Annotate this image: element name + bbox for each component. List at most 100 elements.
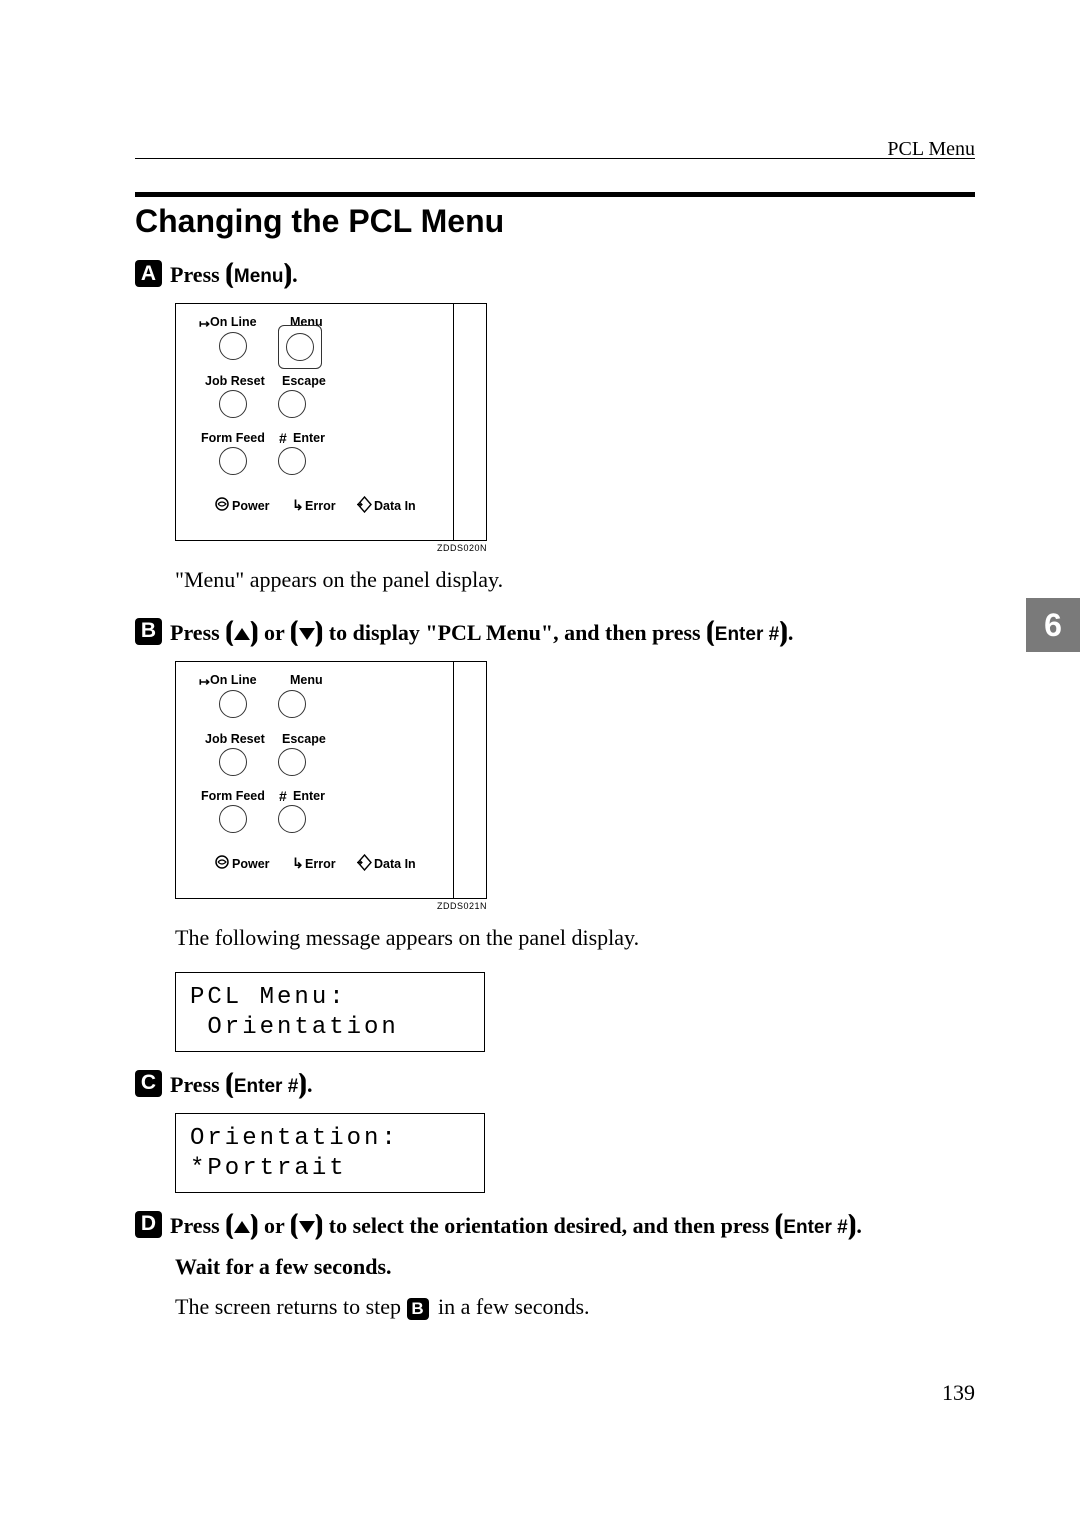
header-rule [135,158,975,159]
step-4-tail: to select the orientation desired, and t… [323,1213,774,1238]
label-online: On Line [210,673,257,687]
chapter-tab: 6 [1026,598,1080,652]
lcd-line-2: *Portrait [190,1154,470,1184]
step-2-text: Press ⦗ ⦘ or ⦗ ⦘ to display "PCL Menu", an… [170,614,793,649]
step-1-text: Press ⦗Menu⦘. [170,256,298,291]
step-ref-badge: B [407,1298,429,1320]
down-button [371,800,401,824]
step-1-pre: Press [170,262,225,287]
right-bracket-icon: ⦘ [315,616,324,646]
power-icon [214,496,230,517]
down-triangle-icon [299,628,315,640]
datain-icon [356,854,373,876]
label-formfeed: Form Feed [201,789,265,803]
enter-hash-key-label: Enter # [234,1076,298,1097]
up-button [371,363,401,387]
step-1-post: . [292,262,298,287]
step-3: C Press ⦗Enter #⦘. [135,1066,975,1101]
right-bracket-icon: ⦘ [779,616,788,646]
step-4-pre: Press [170,1213,225,1238]
step-2-tail: to display "PCL Menu", and then press [323,620,706,645]
step-1: A Press ⦗Menu⦘. [135,256,975,291]
step-3-text: Press ⦗Enter #⦘. [170,1066,312,1101]
step-4-body-a: The screen returns to step [175,1294,407,1319]
figure-code-2: ZDDS021N [175,901,487,911]
right-bracket-icon: ⦘ [250,1209,259,1239]
step-2: B Press ⦗ ⦘ or ⦗ ⦘ to display "PCL Menu", … [135,614,975,649]
enter-hash-key-label: Enter # [715,624,779,645]
menu-button [278,690,306,718]
right-bracket-icon: ⦘ [283,258,292,288]
right-bracket-icon: ⦘ [250,616,259,646]
section-title: Changing the PCL Menu [135,203,975,240]
jobreset-button [219,390,247,418]
step-4-post: . [856,1213,862,1238]
control-panel-figure-1: ↦ On Line Menu Job Reset Escape Form Fee… [175,303,487,541]
step-3-post: . [307,1072,313,1097]
figure-code-1: ZDDS020N [175,543,487,553]
left-bracket-icon: ⦗ [225,1209,234,1239]
step-2-mid: or [259,620,290,645]
section-rule [135,192,975,197]
left-bracket-icon: ⦗ [290,616,299,646]
lcd-line-1: Orientation: [190,1124,470,1154]
online-button [219,690,247,718]
menu-button-highlight [278,325,322,369]
error-icon: ↳ [292,497,304,514]
hash-icon: # [279,430,287,446]
lcd-display-1: PCL Menu: Orientation [175,972,485,1052]
datain-icon [356,496,373,518]
label-datain: Data In [374,857,416,871]
step-3-badge: C [135,1070,162,1097]
power-icon [214,854,230,875]
step-3-pre: Press [170,1072,225,1097]
label-enter: Enter [293,431,325,445]
step-1-body: "Menu" appears on the panel display. [175,565,975,596]
left-bracket-icon: ⦗ [290,1209,299,1239]
error-icon: ↳ [292,855,304,872]
step-4-body: The screen returns to step B in a few se… [175,1292,975,1323]
left-bracket-icon: ⦗ [225,616,234,646]
menu-key-label: Menu [234,266,284,287]
step-4-badge: D [135,1211,162,1238]
step-2-badge: B [135,618,162,645]
label-escape: Escape [282,732,326,746]
label-jobreset: Job Reset [205,732,265,746]
escape-button [278,390,306,418]
enter-button [278,805,306,833]
down-button [371,442,401,466]
lcd-line-1: PCL Menu: [190,983,470,1013]
enter-button [278,447,306,475]
step-1-badge: A [135,260,162,287]
control-panel-figure-2: ↦ On Line Menu Job Reset Escape Form Fee… [175,661,487,899]
step-4-mid: or [259,1213,290,1238]
jobreset-button [219,748,247,776]
label-online: On Line [210,315,257,329]
right-bracket-icon: ⦘ [298,1068,307,1098]
step-4-continuation: Wait for a few seconds. [175,1254,975,1280]
label-datain: Data In [374,499,416,513]
label-jobreset: Job Reset [205,374,265,388]
step-2-body: The following message appears on the pan… [175,923,975,954]
menu-button [286,333,314,361]
lcd-display-2: Orientation: *Portrait [175,1113,485,1193]
enter-hash-key-label: Enter # [783,1217,847,1238]
down-triangle-icon [299,1221,315,1233]
up-triangle-icon [234,1221,250,1233]
right-bracket-icon: ⦘ [848,1209,857,1239]
left-bracket-icon: ⦗ [706,616,715,646]
step-2-pre: Press [170,620,225,645]
label-error: Error [305,857,336,871]
left-bracket-icon: ⦗ [775,1209,784,1239]
label-power: Power [232,499,270,513]
step-2-post: . [788,620,794,645]
label-power: Power [232,857,270,871]
label-formfeed: Form Feed [201,431,265,445]
label-menu: Menu [290,673,323,687]
up-button [371,721,401,745]
lcd-line-2: Orientation [190,1013,470,1043]
step-4-text: Press ⦗ ⦘ or ⦗ ⦘ to select the orientation… [170,1207,862,1242]
step-4: D Press ⦗ ⦘ or ⦗ ⦘ to select the orientati… [135,1207,975,1242]
right-bracket-icon: ⦘ [315,1209,324,1239]
label-enter: Enter [293,789,325,803]
